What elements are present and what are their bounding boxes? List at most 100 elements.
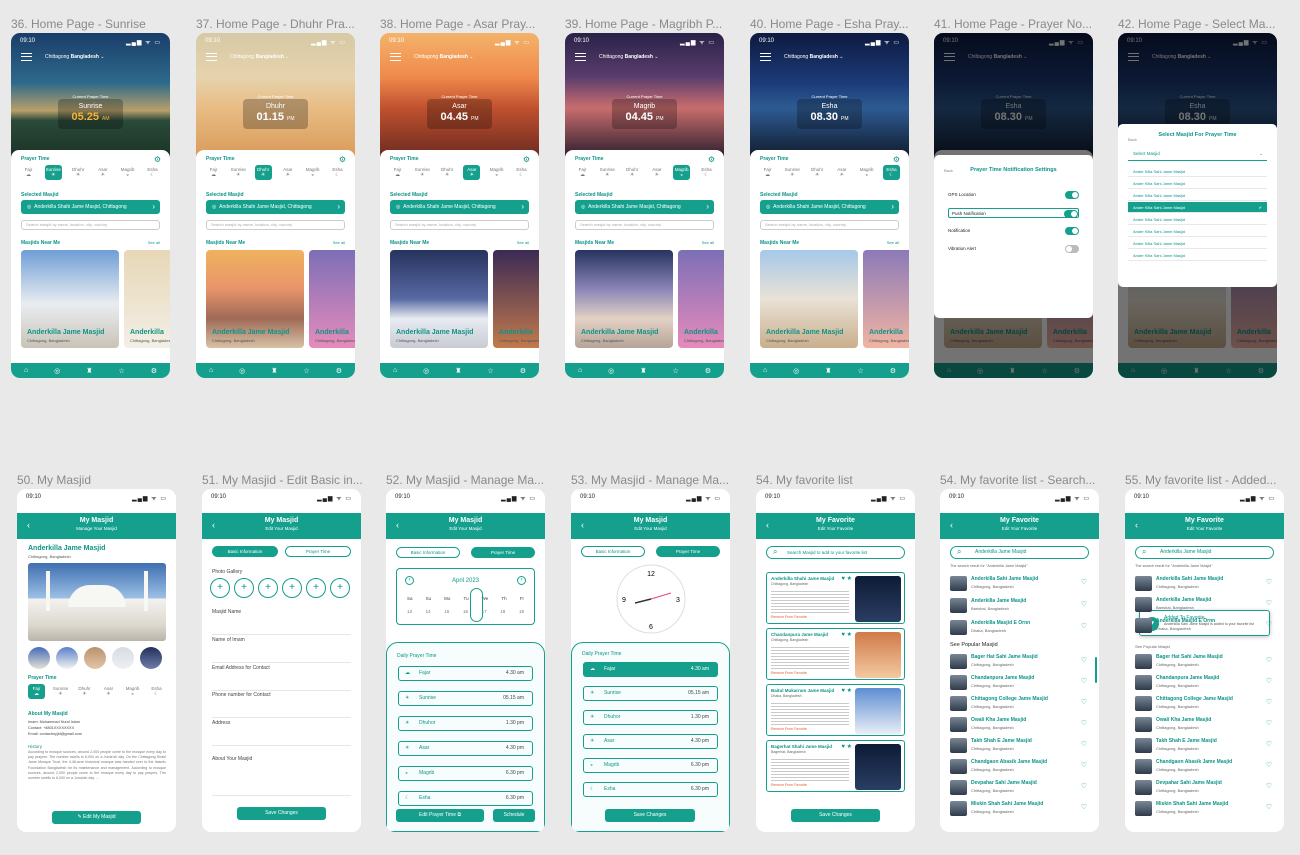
favorite-search-input[interactable]: Anderkilla Jame Masjid [1135,546,1274,559]
mosque-icon[interactable]: ♜ [271,367,277,375]
calendar-date[interactable]: 14 [426,609,431,614]
masjid-card[interactable]: AnderkillaChittagong, Bangladesh [863,250,909,348]
see-all-link[interactable]: See all [702,240,714,245]
heart-icon[interactable]: ♥ ★ [841,743,852,750]
favorite-card[interactable]: Bagerhat Shahi Jame Masjid Bagerhat, Bang… [766,740,905,792]
selected-masjid-button[interactable]: ◎ Anderkilla Shahi Jame Masjid, Chittago… [575,200,714,214]
heart-icon[interactable]: ♡ [1081,782,1087,790]
masjid-card[interactable]: Anderkilla Jame MasjidChittagong, Bangla… [21,250,119,348]
toggle-switch[interactable] [1064,210,1078,218]
prayer-tab[interactable]: Esha☾ [144,165,161,180]
masjid-card[interactable]: AnderkillaChittagong, Bangladesh [678,250,724,348]
settings-icon[interactable]: ⚙ [520,367,526,375]
daily-prayer-row[interactable]: ☁ Fajar 4.30 am [583,662,718,677]
favorite-card[interactable]: Chandanpura Jame Masjid Chittagong, Bangl… [766,628,905,680]
search-input[interactable]: Search masjid by name, location, city, c… [575,220,714,230]
prayer-tab[interactable]: Sunrise☀ [52,684,69,699]
compass-icon[interactable]: ◎ [608,367,614,375]
home-icon[interactable]: ⌂ [24,367,28,374]
masjid-name-field[interactable]: Masjid Name [212,609,351,635]
email-field[interactable]: Email Address for Contact [212,665,351,691]
heart-icon[interactable]: ♡ [1266,677,1272,685]
home-icon[interactable]: ⌂ [393,367,397,374]
favorite-card[interactable]: Anderkilla Shahi Jame Masjid Chittagong, … [766,572,905,624]
gear-icon[interactable]: ⚙ [893,155,900,164]
daily-prayer-row[interactable]: ☀ Asar 4.30 pm [583,734,718,749]
prayer-tab[interactable]: Fajr☁ [20,165,37,180]
toggle-switch[interactable] [1065,245,1079,253]
prayer-tab[interactable]: Fajr☁ [205,165,222,180]
heart-icon[interactable]: ♡ [1081,600,1087,608]
masjid-option[interactable]: Ander Killa Sahi Jame Masjid ✔ [1128,202,1267,213]
star-icon[interactable]: ☆ [857,367,863,375]
masjid-option[interactable]: Ander Killa Sahi Jame Masjid [1128,178,1267,189]
tab-prayer-time[interactable]: Prayer Time [285,546,351,557]
list-item[interactable]: Chittagong College Jame Masjid Chittagong… [1135,694,1274,714]
heart-icon[interactable]: ♡ [1266,698,1272,706]
prayer-tab[interactable]: Esha☾ [329,165,346,180]
edit-prayer-time-button[interactable]: Edit Prayer Time ⧉ [396,809,484,822]
settings-icon[interactable]: ⚙ [705,367,711,375]
mosque-icon[interactable]: ♜ [455,367,461,375]
list-item[interactable]: Chandanpura Jame Masjid Chittagong, Bangl… [1135,673,1274,693]
menu-icon[interactable] [760,53,771,61]
heart-icon[interactable]: ♡ [1266,578,1272,586]
thumbnail[interactable] [112,647,134,669]
location-selector[interactable]: Chittagong Bangladesh ⌄ [784,54,844,60]
gear-icon[interactable]: ⚙ [154,155,161,164]
menu-icon[interactable] [206,53,217,61]
list-item[interactable]: Owali Kha Jame Masjid Chittagong, Banglad… [1135,715,1274,735]
thumbnail[interactable] [56,647,78,669]
prayer-tab[interactable]: Asar☀ [94,165,111,180]
about-field[interactable]: About Your Masjid [212,756,351,796]
remove-favorite-link[interactable]: Remove From Favorite [771,727,807,731]
masjid-card[interactable]: Anderkilla Jame MasjidChittagong, Bangla… [760,250,858,348]
daily-prayer-row[interactable]: ☀ Sunrise 05.15 am [398,691,533,706]
calendar-date[interactable]: 18 [500,609,505,614]
save-changes-button[interactable]: Save Changes [605,809,695,822]
back-icon[interactable]: ‹ [396,520,399,530]
selected-masjid-button[interactable]: ◎ Anderkilla Shahi Jame Masjid, Chittago… [760,200,899,214]
masjid-option[interactable]: Ander Killa Sahi Jame Masjid [1128,250,1267,261]
phone-field[interactable]: Phone number for Contact [212,692,351,718]
masjid-option[interactable]: Ander Killa Sahi Jame Masjid [1128,238,1267,249]
calendar-date[interactable]: 19 [519,609,524,614]
settings-icon[interactable]: ⚙ [890,367,896,375]
tab-basic-info[interactable]: Basic Information [396,547,460,558]
list-item[interactable]: Anderkilla Sahi Jame Masjid Chittagong, B… [1135,574,1274,594]
prayer-tab[interactable]: Magrib◒ [673,165,691,180]
heart-icon[interactable]: ♡ [1081,578,1087,586]
tab-prayer-time[interactable]: Prayer Time [656,546,720,557]
prayer-tab[interactable]: Sunrise☀ [44,165,62,180]
tab-basic-info[interactable]: Basic Information [581,546,645,557]
prayer-tab[interactable]: Magrib◒ [304,165,321,180]
daily-prayer-row[interactable]: ☾ Esha 6.30 pm [398,791,533,806]
back-icon[interactable]: ‹ [766,520,769,530]
location-selector[interactable]: Chittagong Bangladesh ⌄ [45,54,105,60]
address-field[interactable]: Address [212,720,351,746]
prayer-tab[interactable]: Fajr☁ [574,165,591,180]
selected-masjid-button[interactable]: ◎ Anderkilla Shahi Jame Masjid, Chittago… [21,200,160,214]
toggle-switch[interactable] [1065,191,1079,199]
heart-icon[interactable]: ♡ [1266,761,1272,769]
masjid-option[interactable]: Ander Killa Sahi Jame Masjid [1128,166,1267,177]
list-item[interactable]: Miskin Shah Sahi Jame Masjid Chittagong, … [950,799,1089,819]
masjid-card[interactable]: Anderkilla Jame MasjidChittagong, Bangla… [206,250,304,348]
search-input[interactable]: Search masjid by name, location, city, c… [21,220,160,230]
save-changes-button[interactable]: Save Changes [791,809,880,822]
add-photo-button[interactable]: + [210,578,230,598]
calendar-date[interactable]: 15 [444,609,449,614]
masjid-option[interactable]: Ander Killa Sahi Jame Masjid [1128,190,1267,201]
prayer-tab[interactable]: Magrib◒ [124,684,141,699]
list-item[interactable]: Miskin Shah Sahi Jame Masjid Chittagong, … [1135,799,1274,819]
star-icon[interactable]: ☆ [672,367,678,375]
list-item[interactable]: Anderkilla Sahi Jame Masjid Chittagong, B… [950,574,1089,594]
favorite-search-input[interactable]: Anderkilla Jame Masjid [950,546,1089,559]
prayer-tab[interactable]: Fajr☁ [759,165,776,180]
menu-icon[interactable] [575,53,586,61]
list-item[interactable]: Anderkilla Jame Masjid Barishal, Banglade… [1135,595,1274,615]
add-photo-button[interactable]: + [330,578,350,598]
prayer-tab[interactable]: Esha☾ [513,165,530,180]
heart-icon[interactable]: ♡ [1266,719,1272,727]
back-icon[interactable]: ‹ [1135,520,1138,530]
